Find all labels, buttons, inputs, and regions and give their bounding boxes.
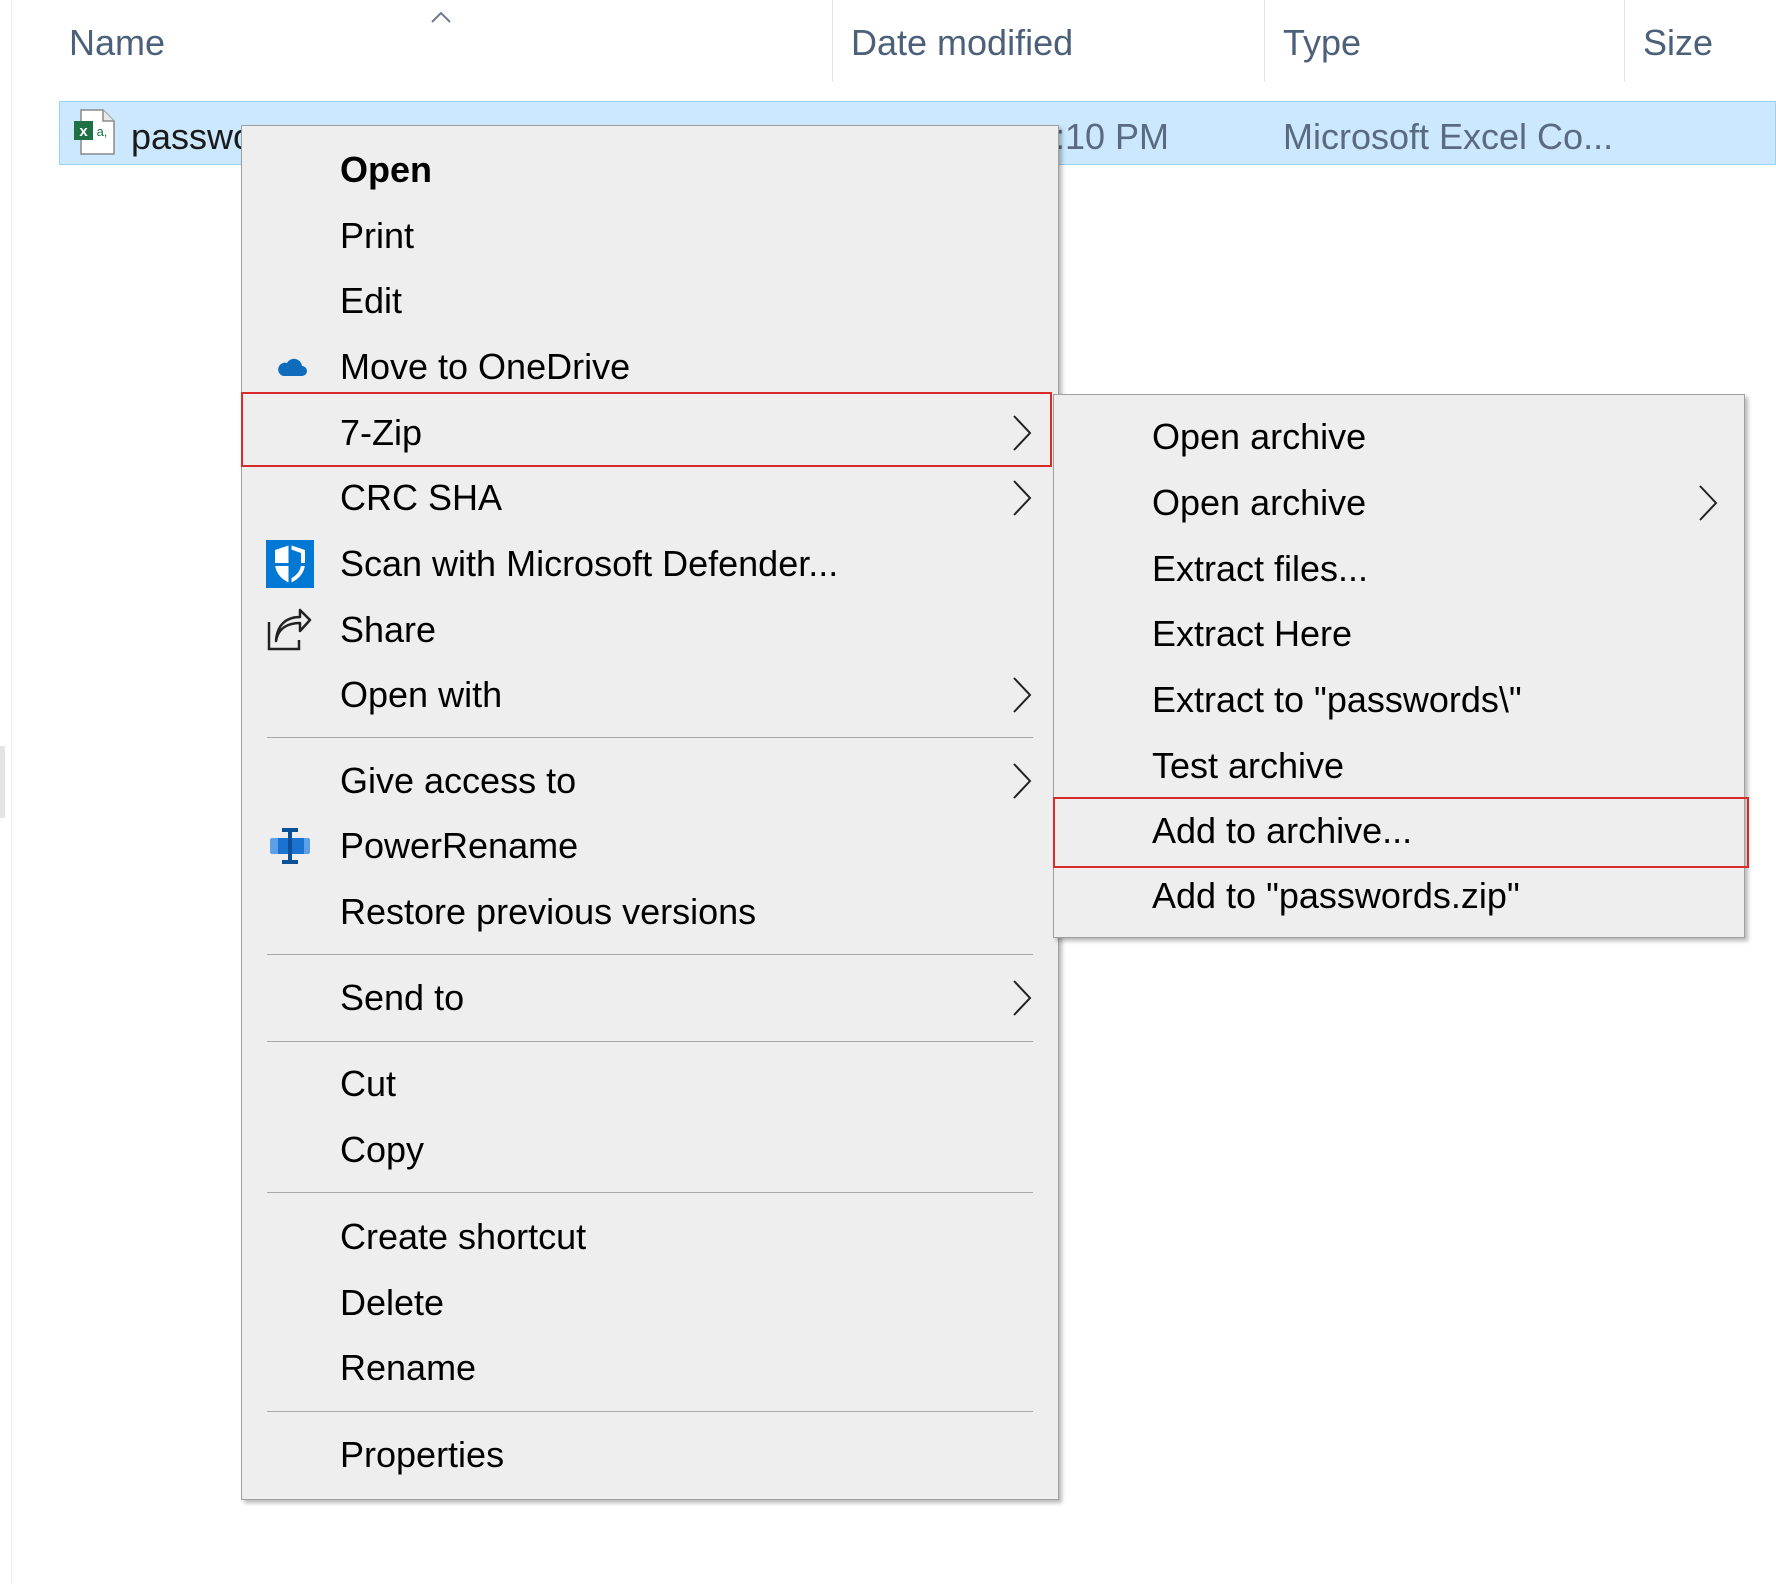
column-divider[interactable] [1624, 0, 1625, 82]
chevron-right-icon [1013, 480, 1032, 516]
menu-item-rename[interactable]: Rename [242, 1338, 1058, 1398]
submenu-item-open-archive-more[interactable]: Open archive [1054, 473, 1744, 533]
submenu-item-add-to-zip[interactable]: Add to "passwords.zip" [1054, 866, 1744, 926]
menu-item-give-access[interactable]: Give access to [242, 751, 1058, 811]
menu-item-print[interactable]: Print [242, 206, 1058, 266]
menu-item-open-with[interactable]: Open with [242, 665, 1058, 725]
menu-item-edit[interactable]: Edit [242, 271, 1058, 331]
column-header-size[interactable]: Size [1643, 22, 1713, 64]
menu-item-open[interactable]: Open [242, 140, 1058, 200]
file-type: Microsoft Excel Co... [1283, 116, 1614, 157]
column-header-bar: Name Date modified Type Size [0, 0, 1776, 100]
menu-item-delete[interactable]: Delete [242, 1273, 1058, 1333]
submenu-item-open-archive[interactable]: Open archive [1054, 407, 1744, 467]
context-menu: Open Print Edit Move to OneDrive 7-Zip C… [241, 125, 1059, 1500]
column-header-date-modified[interactable]: Date modified [851, 22, 1073, 64]
menu-separator [267, 1411, 1033, 1412]
chevron-right-icon [1013, 763, 1032, 799]
svg-text:x: x [79, 123, 88, 140]
sort-ascending-caret-icon [431, 11, 451, 23]
menu-item-copy[interactable]: Copy [242, 1120, 1058, 1180]
column-header-name[interactable]: Name [69, 22, 165, 64]
defender-shield-icon [266, 540, 314, 588]
column-divider[interactable] [832, 0, 833, 82]
menu-item-create-shortcut[interactable]: Create shortcut [242, 1207, 1058, 1267]
onedrive-cloud-icon [278, 358, 307, 376]
menu-item-powerrename[interactable]: PowerRename [242, 816, 1058, 876]
chevron-right-icon [1013, 677, 1032, 713]
menu-separator [267, 1192, 1033, 1193]
file-date-modified: :10 PM [1055, 116, 1170, 157]
menu-item-cut[interactable]: Cut [242, 1054, 1058, 1114]
submenu-item-extract-files[interactable]: Extract files... [1054, 539, 1744, 599]
submenu-item-test-archive[interactable]: Test archive [1054, 736, 1744, 796]
excel-file-icon: x a, [74, 109, 115, 155]
powerrename-icon [270, 828, 310, 864]
file-name: passwo [131, 116, 254, 157]
menu-item-crc-sha[interactable]: CRC SHA [242, 468, 1058, 528]
highlight-box-add-to-archive [1053, 797, 1749, 868]
column-divider[interactable] [1264, 0, 1265, 82]
menu-item-share[interactable]: Share [242, 600, 1058, 660]
chevron-right-icon [1013, 980, 1032, 1016]
highlight-box-7-zip [241, 392, 1052, 467]
menu-item-scan-defender[interactable]: Scan with Microsoft Defender... [242, 534, 1058, 594]
menu-item-move-to-onedrive[interactable]: Move to OneDrive [242, 337, 1058, 397]
menu-separator [267, 737, 1033, 738]
svg-text:a,: a, [97, 124, 108, 139]
share-icon [267, 608, 312, 651]
chevron-right-icon [1699, 485, 1718, 521]
submenu-item-extract-here[interactable]: Extract Here [1054, 604, 1744, 664]
menu-separator [267, 1041, 1033, 1042]
menu-item-restore-previous-versions[interactable]: Restore previous versions [242, 882, 1058, 942]
submenu-item-extract-to-folder[interactable]: Extract to "passwords\" [1054, 670, 1744, 730]
menu-separator [267, 954, 1033, 955]
menu-item-send-to[interactable]: Send to [242, 968, 1058, 1028]
column-header-type[interactable]: Type [1283, 22, 1361, 64]
pane-resize-handle[interactable] [0, 746, 5, 818]
menu-item-properties[interactable]: Properties [242, 1425, 1058, 1485]
